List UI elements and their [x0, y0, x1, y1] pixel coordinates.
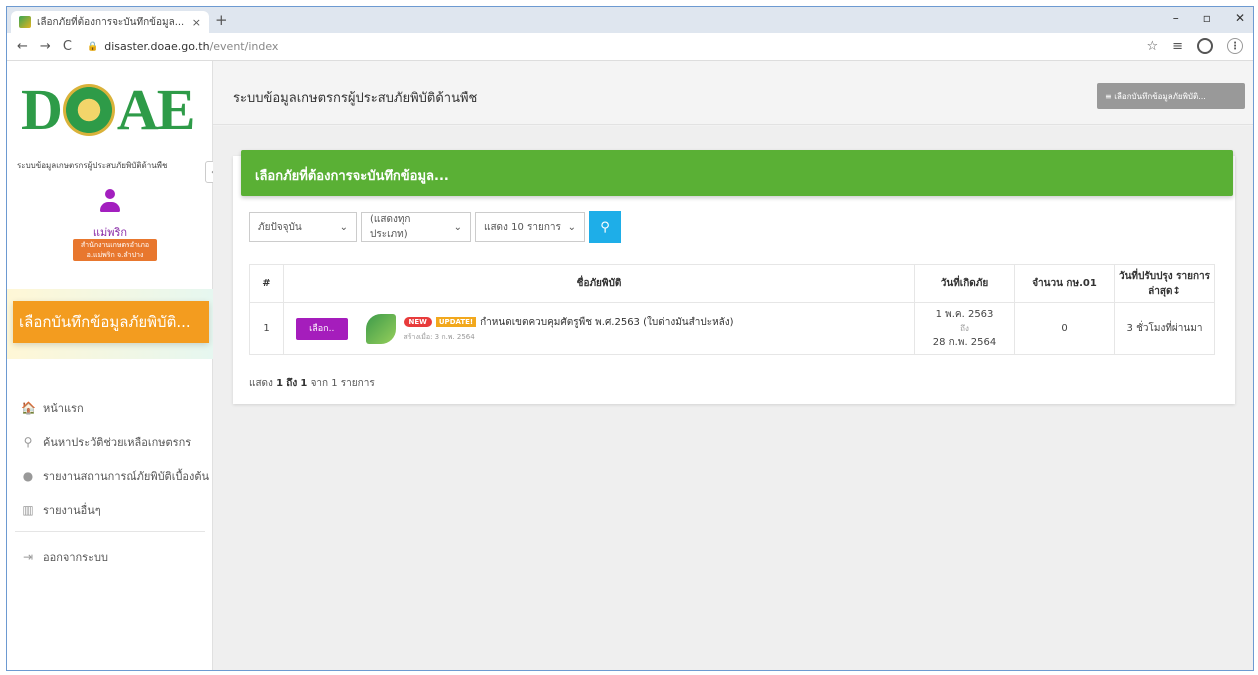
col-header-number[interactable]: # [249, 264, 284, 303]
last-updated: 3 ชั่วโมงที่ผ่านมา [1114, 302, 1215, 355]
table-row: 1 เลือก.. NEW UPDATE! กำหนดเขตควบคุมศัตร… [249, 302, 1215, 355]
filter-bar: ภัยปัจจุบัน ⌄ (แสดงทุกประเภท) ⌄ แสดง 10 รา… [249, 211, 621, 243]
system-title: ระบบข้อมูลเกษตรกรผู้ประสบภัยพิบัติด้านพื… [17, 161, 168, 170]
sidebar: D AE ระบบข้อมูลเกษตรกรผู้ประสบภัยพิบัติด้… [7, 61, 221, 670]
tab-title: เลือกภัยที่ต้องการจะบันทึกข้อมูล... - ระ [37, 16, 186, 28]
profile-icon[interactable] [1197, 38, 1213, 54]
col-header-name[interactable]: ชื่อภัยพิบัติ [283, 264, 915, 303]
leaf-icon [365, 313, 396, 344]
search-button[interactable]: ⚲ [589, 211, 621, 243]
new-tab-button[interactable]: + [215, 11, 228, 29]
col-header-date[interactable]: วันที่เกิดภัย [914, 264, 1015, 303]
sidebar-item-logout[interactable]: ⇥ ออกจากระบบ [21, 540, 209, 574]
close-tab-icon[interactable]: × [192, 16, 201, 29]
sidebar-item-label: หน้าแรก [43, 402, 84, 415]
reload-icon[interactable]: C [63, 39, 72, 55]
sidebar-item-home[interactable]: 🏠 หน้าแรก [21, 391, 209, 425]
col-header-updated[interactable]: วันที่ปรับปรุง รายการล่าสุด↕ [1114, 264, 1215, 303]
chevron-down-icon: ⌄ [453, 221, 462, 233]
doae-logo: D AE [21, 77, 195, 142]
chevron-down-icon: ⌄ [339, 221, 348, 233]
new-badge: NEW [403, 317, 432, 327]
header-record-button[interactable]: ≡ เลือกบันทึกข้อมูลภัยพิบัติ... [1097, 83, 1245, 109]
created-date: สร้างเมื่อ: 3 ก.พ. 2564 [403, 332, 475, 341]
window-controls: – ▫ ✕ [1173, 11, 1245, 25]
main-content: เลือกภัยที่ต้องการจะบันทึกข้อมูล... ภัยป… [213, 126, 1253, 670]
table-info: แสดง 1 ถึง 1 จาก 1 รายการ [249, 378, 375, 389]
card-title: เลือกภัยที่ต้องการจะบันทึกข้อมูล... [241, 150, 1233, 196]
record-disaster-button[interactable]: เลือกบันทึกข้อมูลภัยพิบัติ... [13, 301, 209, 343]
disaster-select-card: เลือกภัยที่ต้องการจะบันทึกข้อมูล... ภัยป… [233, 150, 1235, 404]
sidebar-item-label: รายงานอื่นๆ [43, 504, 101, 517]
disaster-table: # ชื่อภัยพิบัติ วันที่เกิดภัย จำนวน กษ.0… [249, 264, 1215, 355]
back-icon[interactable]: ← [17, 39, 28, 55]
select-disaster-button[interactable]: เลือก.. [295, 317, 348, 340]
page-header: ระบบข้อมูลเกษตรกรผู้ประสบภัยพิบัติด้านพื… [213, 61, 1253, 125]
ks01-count: 0 [1014, 302, 1115, 355]
search-icon: ⚲ [600, 219, 610, 235]
disaster-date: 1 พ.ค. 2563 ถึง 28 ก.พ. 2564 [914, 302, 1015, 355]
forward-icon[interactable]: → [40, 39, 51, 55]
page-size-select[interactable]: แสดง 10 รายการ ⌄ [475, 212, 585, 242]
maximize-button[interactable]: ▫ [1203, 11, 1211, 25]
favicon-icon [19, 16, 31, 28]
search-icon: ⚲ [23, 435, 33, 449]
close-window-button[interactable]: ✕ [1235, 11, 1245, 25]
minimize-button[interactable]: – [1173, 11, 1179, 25]
page-title: ระบบข้อมูลเกษตรกรผู้ประสบภัยพิบัติด้านพื… [233, 91, 478, 106]
home-icon: 🏠 [21, 401, 36, 415]
lock-icon: 🔒 [87, 42, 99, 52]
reading-list-icon[interactable]: ≡ [1172, 39, 1183, 54]
browser-window: เลือกภัยที่ต้องการจะบันทึกข้อมูล... - ระ… [6, 6, 1254, 671]
browser-menu-icon[interactable]: ⋮ [1227, 38, 1243, 54]
sidebar-item-label: ออกจากระบบ [43, 551, 108, 564]
col-header-count[interactable]: จำนวน กษ.01 [1014, 264, 1115, 303]
divider [15, 531, 205, 532]
info-circle-icon: ● [22, 469, 34, 483]
address-bar: ← → C 🔒 disaster.doae.go.th/event/index … [7, 33, 1253, 61]
url-field[interactable]: 🔒 disaster.doae.go.th/event/index [87, 39, 278, 55]
sidebar-item-other-reports[interactable]: ▥ รายงานอื่นๆ [21, 493, 209, 527]
chevron-down-icon: ⌄ [567, 221, 576, 233]
disaster-type-select[interactable]: (แสดงทุกประเภท) ⌄ [361, 212, 471, 242]
browser-tab[interactable]: เลือกภัยที่ต้องการจะบันทึกข้อมูล... - ระ… [11, 11, 209, 33]
office-badge: สำนักงานเกษตรอำเภอ อ.แม่พริก จ.ลำปาง [73, 239, 157, 261]
tab-bar: เลือกภัยที่ต้องการจะบันทึกข้อมูล... - ระ… [7, 7, 1253, 33]
url-host: disaster.doae.go.th [104, 40, 210, 53]
sidebar-menu: 🏠 หน้าแรก ⚲ ค้นหาประวัติช่วยเหลือเกษตรกร… [15, 391, 209, 574]
report-icon: ▥ [22, 503, 34, 517]
sidebar-item-search-history[interactable]: ⚲ ค้นหาประวัติช่วยเหลือเกษตรกร [21, 425, 209, 459]
bookmark-star-icon[interactable]: ☆ [1146, 39, 1158, 54]
logout-icon: ⇥ [22, 550, 34, 564]
disaster-period-select[interactable]: ภัยปัจจุบัน ⌄ [249, 212, 357, 242]
disaster-name[interactable]: กำหนดเขตควบคุมศัตรูพืช พ.ศ.2563 (ใบด่างม… [480, 315, 733, 330]
url-path: /event/index [209, 40, 279, 53]
sidebar-item-label: ค้นหาประวัติช่วยเหลือเกษตรกร [43, 436, 192, 449]
sidebar-item-situation-report[interactable]: ● รายงานสถานการณ์ภัยพิบัติเบื้องต้น [21, 459, 209, 493]
logo-seal-icon [62, 84, 115, 136]
row-number: 1 [249, 302, 284, 355]
update-badge: UPDATE! [435, 317, 477, 327]
user-avatar-icon [99, 189, 121, 215]
sidebar-item-label: รายงานสถานการณ์ภัยพิบัติเบื้องต้น [43, 470, 210, 483]
